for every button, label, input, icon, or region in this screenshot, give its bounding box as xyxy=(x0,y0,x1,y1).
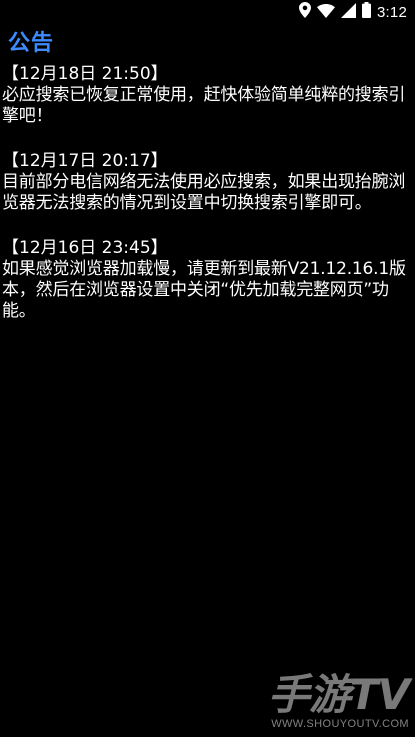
notice-date: 【12月16日 23:45】 xyxy=(2,238,168,258)
notice-item: 【12月17日 20:17】 目前部分电信网络无法使用必应搜索，如果出现抬腕浏览… xyxy=(2,151,414,214)
notice-text: 如果感觉浏览器加载慢，请更新到最新V21.12.16.1版本，然后在浏览器设置中… xyxy=(2,259,406,321)
notice-list: 【12月18日 21:50】 必应搜索已恢复正常使用，赶快体验简单纯粹的搜索引擎… xyxy=(2,64,414,346)
status-bar: 3:12 xyxy=(0,0,415,24)
battery-icon xyxy=(362,2,371,22)
notice-date: 【12月18日 21:50】 xyxy=(2,64,168,84)
notice-item: 【12月16日 23:45】 如果感觉浏览器加载慢，请更新到最新V21.12.1… xyxy=(2,238,414,322)
page-title: 公告 xyxy=(8,31,55,56)
notice-item: 【12月18日 21:50】 必应搜索已恢复正常使用，赶快体验简单纯粹的搜索引擎… xyxy=(2,64,414,127)
status-time: 3:12 xyxy=(377,3,407,21)
notice-text: 必应搜索已恢复正常使用，赶快体验简单纯粹的搜索引擎吧！ xyxy=(2,85,406,126)
watermark: 手游TV WWW.SHOUYOUTV.COM xyxy=(259,670,410,731)
notice-date: 【12月17日 20:17】 xyxy=(2,151,168,171)
watermark-url: WWW.SHOUYOUTV.COM xyxy=(271,718,409,730)
location-icon xyxy=(299,2,311,22)
wifi-icon xyxy=(317,3,335,22)
notice-text: 目前部分电信网络无法使用必应搜索，如果出现抬腕浏览器无法搜索的情况到设置中切换搜… xyxy=(2,172,406,213)
signal-icon xyxy=(341,2,356,22)
watermark-logo: 手游TV xyxy=(267,670,410,719)
status-icons: 3:12 xyxy=(299,2,407,22)
